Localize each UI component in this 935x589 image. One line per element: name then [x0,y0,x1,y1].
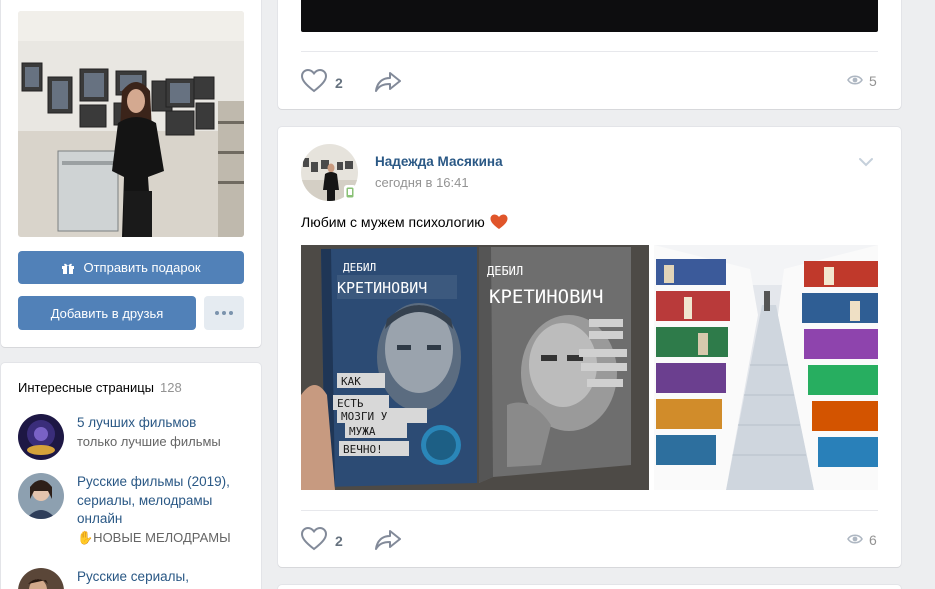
like-button[interactable]: 2 [300,526,343,554]
svg-text:ВЕЧНО!: ВЕЧНО! [343,443,383,456]
add-friend-label: Добавить в друзья [50,305,164,321]
like-count: 2 [335,532,343,549]
eye-icon [847,73,863,89]
post-date[interactable]: сегодня в 16:41 [375,175,469,190]
more-actions-button[interactable] [204,296,244,330]
post-text: Любим с мужем психологию [301,214,508,230]
page-description: ✋НОВЫЕ МЕЛОДРАМЫ [77,529,231,545]
views-counter: 6 [847,532,877,548]
more-icon [215,311,219,315]
eye-icon [847,532,863,548]
page-name[interactable]: Русские фильмы (2019), сериалы, мелодрам… [77,473,249,529]
gift-icon [61,261,75,275]
profile-photo[interactable] [18,11,244,237]
views-count: 6 [869,532,877,548]
svg-text:МОЗГИ У: МОЗГИ У [341,410,388,423]
interesting-pages-title: Интересные страницы [18,380,155,395]
book-left-author-line2: КРЕТИНОВИЧ [337,279,427,297]
add-friend-button[interactable]: Добавить в друзья [18,296,196,330]
views-count: 5 [869,73,877,89]
post-divider [301,51,878,52]
share-button[interactable] [374,71,402,96]
interesting-pages-block: Интересные страницы 128 5 лучших фильмов … [1,363,261,589]
page-avatar[interactable] [18,473,64,519]
views-counter: 5 [847,73,877,89]
page-name[interactable]: 5 лучших фильмов [77,414,249,433]
book-right-author-line2: КРЕТИНОВИЧ [489,286,603,308]
send-gift-button[interactable]: Отправить подарок [18,251,244,284]
like-count: 2 [335,74,343,91]
post-photo-books[interactable]: ДЕБИЛ КРЕТИНОВИЧ КАК ЕСТЬ МОЗГИ У МУЖА В… [301,245,649,490]
page-description: только лучшие фильмы [77,433,221,449]
share-icon [374,71,402,96]
profile-card: Отправить подарок Добавить в друзья [1,0,261,347]
previous-post: 2 5 [278,0,901,109]
post-text-content: Любим с мужем психологию [301,214,485,230]
post-photo-bookstore[interactable] [654,245,878,490]
page-avatar[interactable] [18,414,64,460]
share-button[interactable] [374,529,402,554]
mobile-online-icon [344,185,356,199]
page-avatar[interactable] [18,568,64,589]
book-left-author-line1: ДЕБИЛ [343,261,376,274]
wall-post: Надежда Масякина сегодня в 16:41 Любим с… [278,127,901,567]
like-button[interactable]: 2 [300,68,343,96]
svg-text:МУЖА: МУЖА [349,425,376,438]
share-icon [374,529,402,554]
post-media[interactable] [301,0,878,32]
page-name[interactable]: Русские сериалы, [77,568,249,587]
interesting-pages-count: 128 [160,380,182,395]
like-icon [300,526,328,554]
heart-emoji-icon [490,214,508,230]
next-post [278,585,901,589]
interesting-pages-header[interactable]: Интересные страницы 128 [18,380,182,395]
post-divider [301,510,878,511]
post-author-name[interactable]: Надежда Масякина [375,154,503,169]
svg-text:КАК: КАК [341,375,361,388]
chevron-down-icon[interactable] [858,155,874,170]
send-gift-label: Отправить подарок [83,260,201,275]
like-icon [300,68,328,96]
book-right-author-line1: ДЕБИЛ [487,264,523,278]
